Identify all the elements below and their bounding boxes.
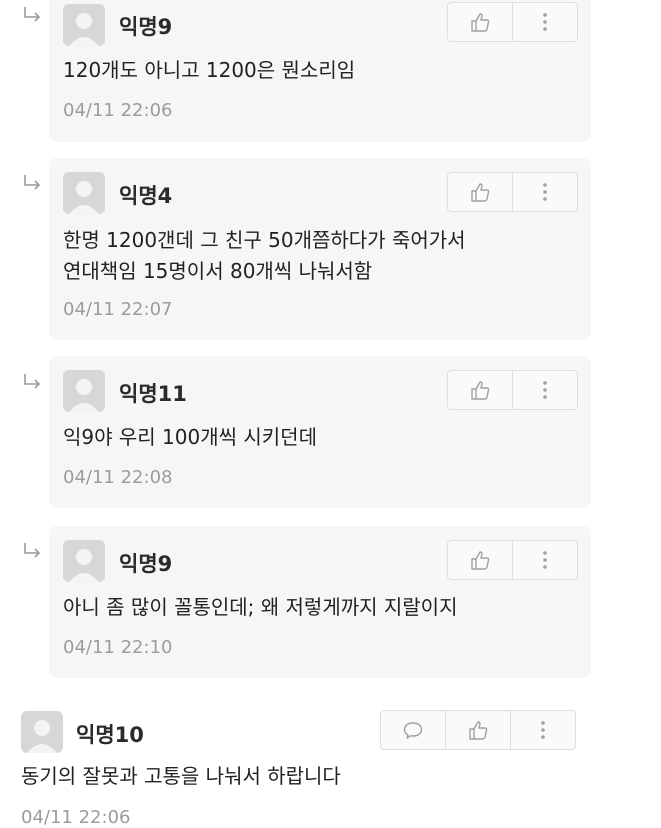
author-name: 익명11 — [119, 382, 187, 406]
default-avatar-icon — [69, 13, 99, 46]
comment-text: 한명 1200갠데 그 친구 50개쯤하다가 죽어가서 연대책임 15명이서 8… — [63, 228, 466, 283]
author-name: 익명9 — [119, 552, 173, 576]
action-bar — [380, 710, 576, 750]
reply-button[interactable] — [381, 711, 445, 749]
thumbs-up-icon — [471, 381, 490, 400]
timestamp: 04/11 22:08 — [63, 467, 173, 488]
reply-card: 익명11 익9야 우리 100개씩 시키던데 04/11 22:08 — [49, 356, 591, 508]
like-button[interactable] — [445, 711, 510, 749]
thumbs-up-icon — [471, 551, 490, 570]
speech-bubble-icon — [403, 722, 423, 739]
thumbs-up-icon — [471, 183, 490, 202]
more-button[interactable] — [512, 173, 577, 211]
reply-card: 익명4 한명 1200갠데 그 친구 50개쯤하다가 죽어가서 연대책임 15명… — [49, 158, 591, 340]
reply-arrow-icon — [24, 543, 41, 558]
thumbs-up-icon — [469, 721, 488, 740]
timestamp: 04/11 22:10 — [63, 637, 173, 658]
like-button[interactable] — [448, 371, 512, 409]
avatar — [63, 370, 105, 412]
timestamp: 04/11 22:06 — [21, 807, 131, 828]
like-button[interactable] — [448, 173, 512, 211]
comment-text: 아니 좀 많이 꼴통인데; 왜 저렇게까지 지랄이지 — [63, 595, 458, 619]
author-name: 익명4 — [119, 184, 173, 208]
reply-card: 익명9 아니 좀 많이 꼴통인데; 왜 저렇게까지 지랄이지 04/11 22:… — [49, 526, 591, 678]
action-bar — [447, 540, 578, 580]
more-button[interactable] — [512, 371, 577, 409]
reply-arrow-icon — [24, 7, 41, 22]
like-button[interactable] — [448, 541, 512, 579]
reply-arrow-icon — [24, 175, 41, 190]
like-button[interactable] — [448, 3, 512, 41]
default-avatar-icon — [69, 549, 99, 582]
author-name: 익명10 — [76, 723, 144, 747]
more-vertical-icon — [541, 721, 545, 739]
avatar — [63, 172, 105, 214]
action-bar — [447, 370, 578, 410]
more-button[interactable] — [512, 3, 577, 41]
comment-text: 익9야 우리 100개씩 시키던데 — [63, 425, 317, 449]
avatar — [21, 711, 63, 753]
action-bar — [447, 2, 578, 42]
more-button[interactable] — [512, 541, 577, 579]
thumbs-up-icon — [471, 13, 490, 32]
more-vertical-icon — [543, 13, 547, 31]
author-name: 익명9 — [119, 15, 173, 39]
more-button[interactable] — [510, 711, 575, 749]
comment-text: 120개도 아니고 1200은 뭔소리임 — [63, 58, 356, 82]
default-avatar-icon — [69, 181, 99, 214]
avatar — [63, 4, 105, 46]
more-vertical-icon — [543, 381, 547, 399]
default-avatar-icon — [27, 720, 57, 753]
action-bar — [447, 172, 578, 212]
timestamp: 04/11 22:07 — [63, 299, 173, 320]
default-avatar-icon — [69, 379, 99, 412]
timestamp: 04/11 22:06 — [63, 100, 173, 121]
reply-card: 익명9 120개도 아니고 1200은 뭔소리임 04/11 22:06 — [49, 0, 591, 142]
reply-arrow-icon — [24, 374, 41, 389]
avatar — [63, 540, 105, 582]
more-vertical-icon — [543, 551, 547, 569]
comment-text: 동기의 잘못과 고통을 나눠서 하랍니다 — [21, 764, 341, 788]
more-vertical-icon — [543, 183, 547, 201]
